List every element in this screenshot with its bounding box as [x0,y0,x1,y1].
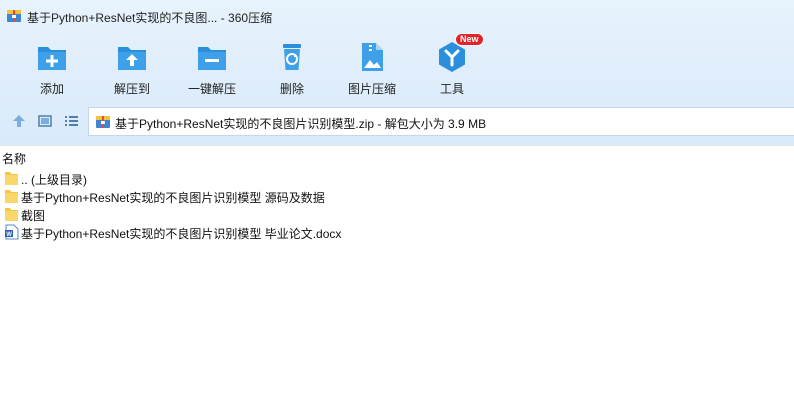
word-document-icon: W [5,224,19,240]
list-item-name: .. (上级目录) [21,173,87,187]
image-compress-label: 图片压缩 [347,82,396,96]
navigation-bar: 基于Python+ResNet实现的不良图片识别模型.zip - 解包大小为 3… [0,106,794,136]
title-bar: 基于Python+ResNet实现的不良图... - 360压缩 [0,0,794,32]
toolbar: 添加 解压到 一键解压 删除 图片压缩 New 工具 [0,33,794,98]
delete-label: 删除 [279,82,304,96]
add-folder-icon [38,47,66,70]
list-item[interactable]: W 基于Python+ResNet实现的不良图片识别模型 毕业论文.docx [0,223,794,241]
column-header: 名称 [0,145,794,168]
window-title: 基于Python+ResNet实现的不良图... - 360压缩 [27,11,273,25]
thumbnail-view-icon[interactable] [36,112,54,130]
list-item[interactable]: 基于Python+ResNet实现的不良图片识别模型 源码及数据 [0,187,794,205]
list-item-name: 截图 [21,209,46,223]
add-button[interactable]: 添加 [12,36,92,98]
path-bar[interactable]: 基于Python+ResNet实现的不良图片识别模型.zip - 解包大小为 3… [88,107,794,136]
extract-to-folder-icon [118,47,146,70]
list-item[interactable]: 截图 [0,205,794,223]
one-click-extract-label: 一键解压 [187,82,236,96]
image-compress-button[interactable]: 图片压缩 [332,36,412,98]
name-column-header[interactable]: 名称 [2,150,26,167]
add-label: 添加 [39,82,64,96]
new-badge: New [455,33,484,46]
list-view-icon[interactable] [62,112,80,130]
top-panel: 基于Python+ResNet实现的不良图... - 360压缩 添加 解压到 [0,0,794,145]
one-click-extract-icon [198,47,226,70]
archive-path: 基于Python+ResNet实现的不良图片识别模型.zip - 解包大小为 3… [115,117,487,131]
recycle-bin-icon [283,44,301,70]
one-click-extract-button[interactable]: 一键解压 [172,36,252,98]
extract-to-label: 解压到 [113,82,150,96]
folder-icon [5,172,18,185]
image-compress-icon [362,43,383,71]
list-item-name: 基于Python+ResNet实现的不良图片识别模型 源码及数据 [21,191,325,205]
tools-icon-wrap: New [435,33,484,74]
tools-label: 工具 [439,82,464,96]
extract-to-button[interactable]: 解压到 [92,36,172,98]
svg-text:W: W [6,232,12,238]
list-item[interactable]: .. (上级目录) [0,169,794,187]
archive-icon [7,10,21,22]
folder-icon [5,190,18,203]
delete-button[interactable]: 删除 [252,36,332,98]
zip-archive-icon [96,116,110,128]
tools-button[interactable]: New 工具 [412,33,492,98]
folder-icon [5,208,18,221]
list-item-name: 基于Python+ResNet实现的不良图片识别模型 毕业论文.docx [21,227,342,241]
up-arrow-icon[interactable] [10,112,28,130]
